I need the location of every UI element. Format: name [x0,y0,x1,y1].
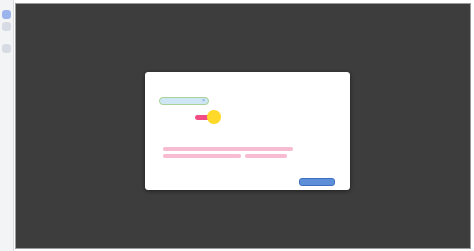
grey-square-icon[interactable] [2,44,11,53]
error-text-line [163,154,241,158]
selected-item-pill[interactable]: × [159,97,209,105]
left-sidebar-rail [0,0,14,251]
grey-square-icon[interactable] [2,22,11,31]
modal-dialog: × [145,72,350,190]
error-text-line [163,147,293,151]
blue-square-icon[interactable] [2,10,11,19]
confirm-button[interactable] [299,178,335,186]
cursor-highlight-icon [207,110,221,124]
close-icon[interactable]: × [202,98,205,104]
error-text-line [245,154,287,158]
